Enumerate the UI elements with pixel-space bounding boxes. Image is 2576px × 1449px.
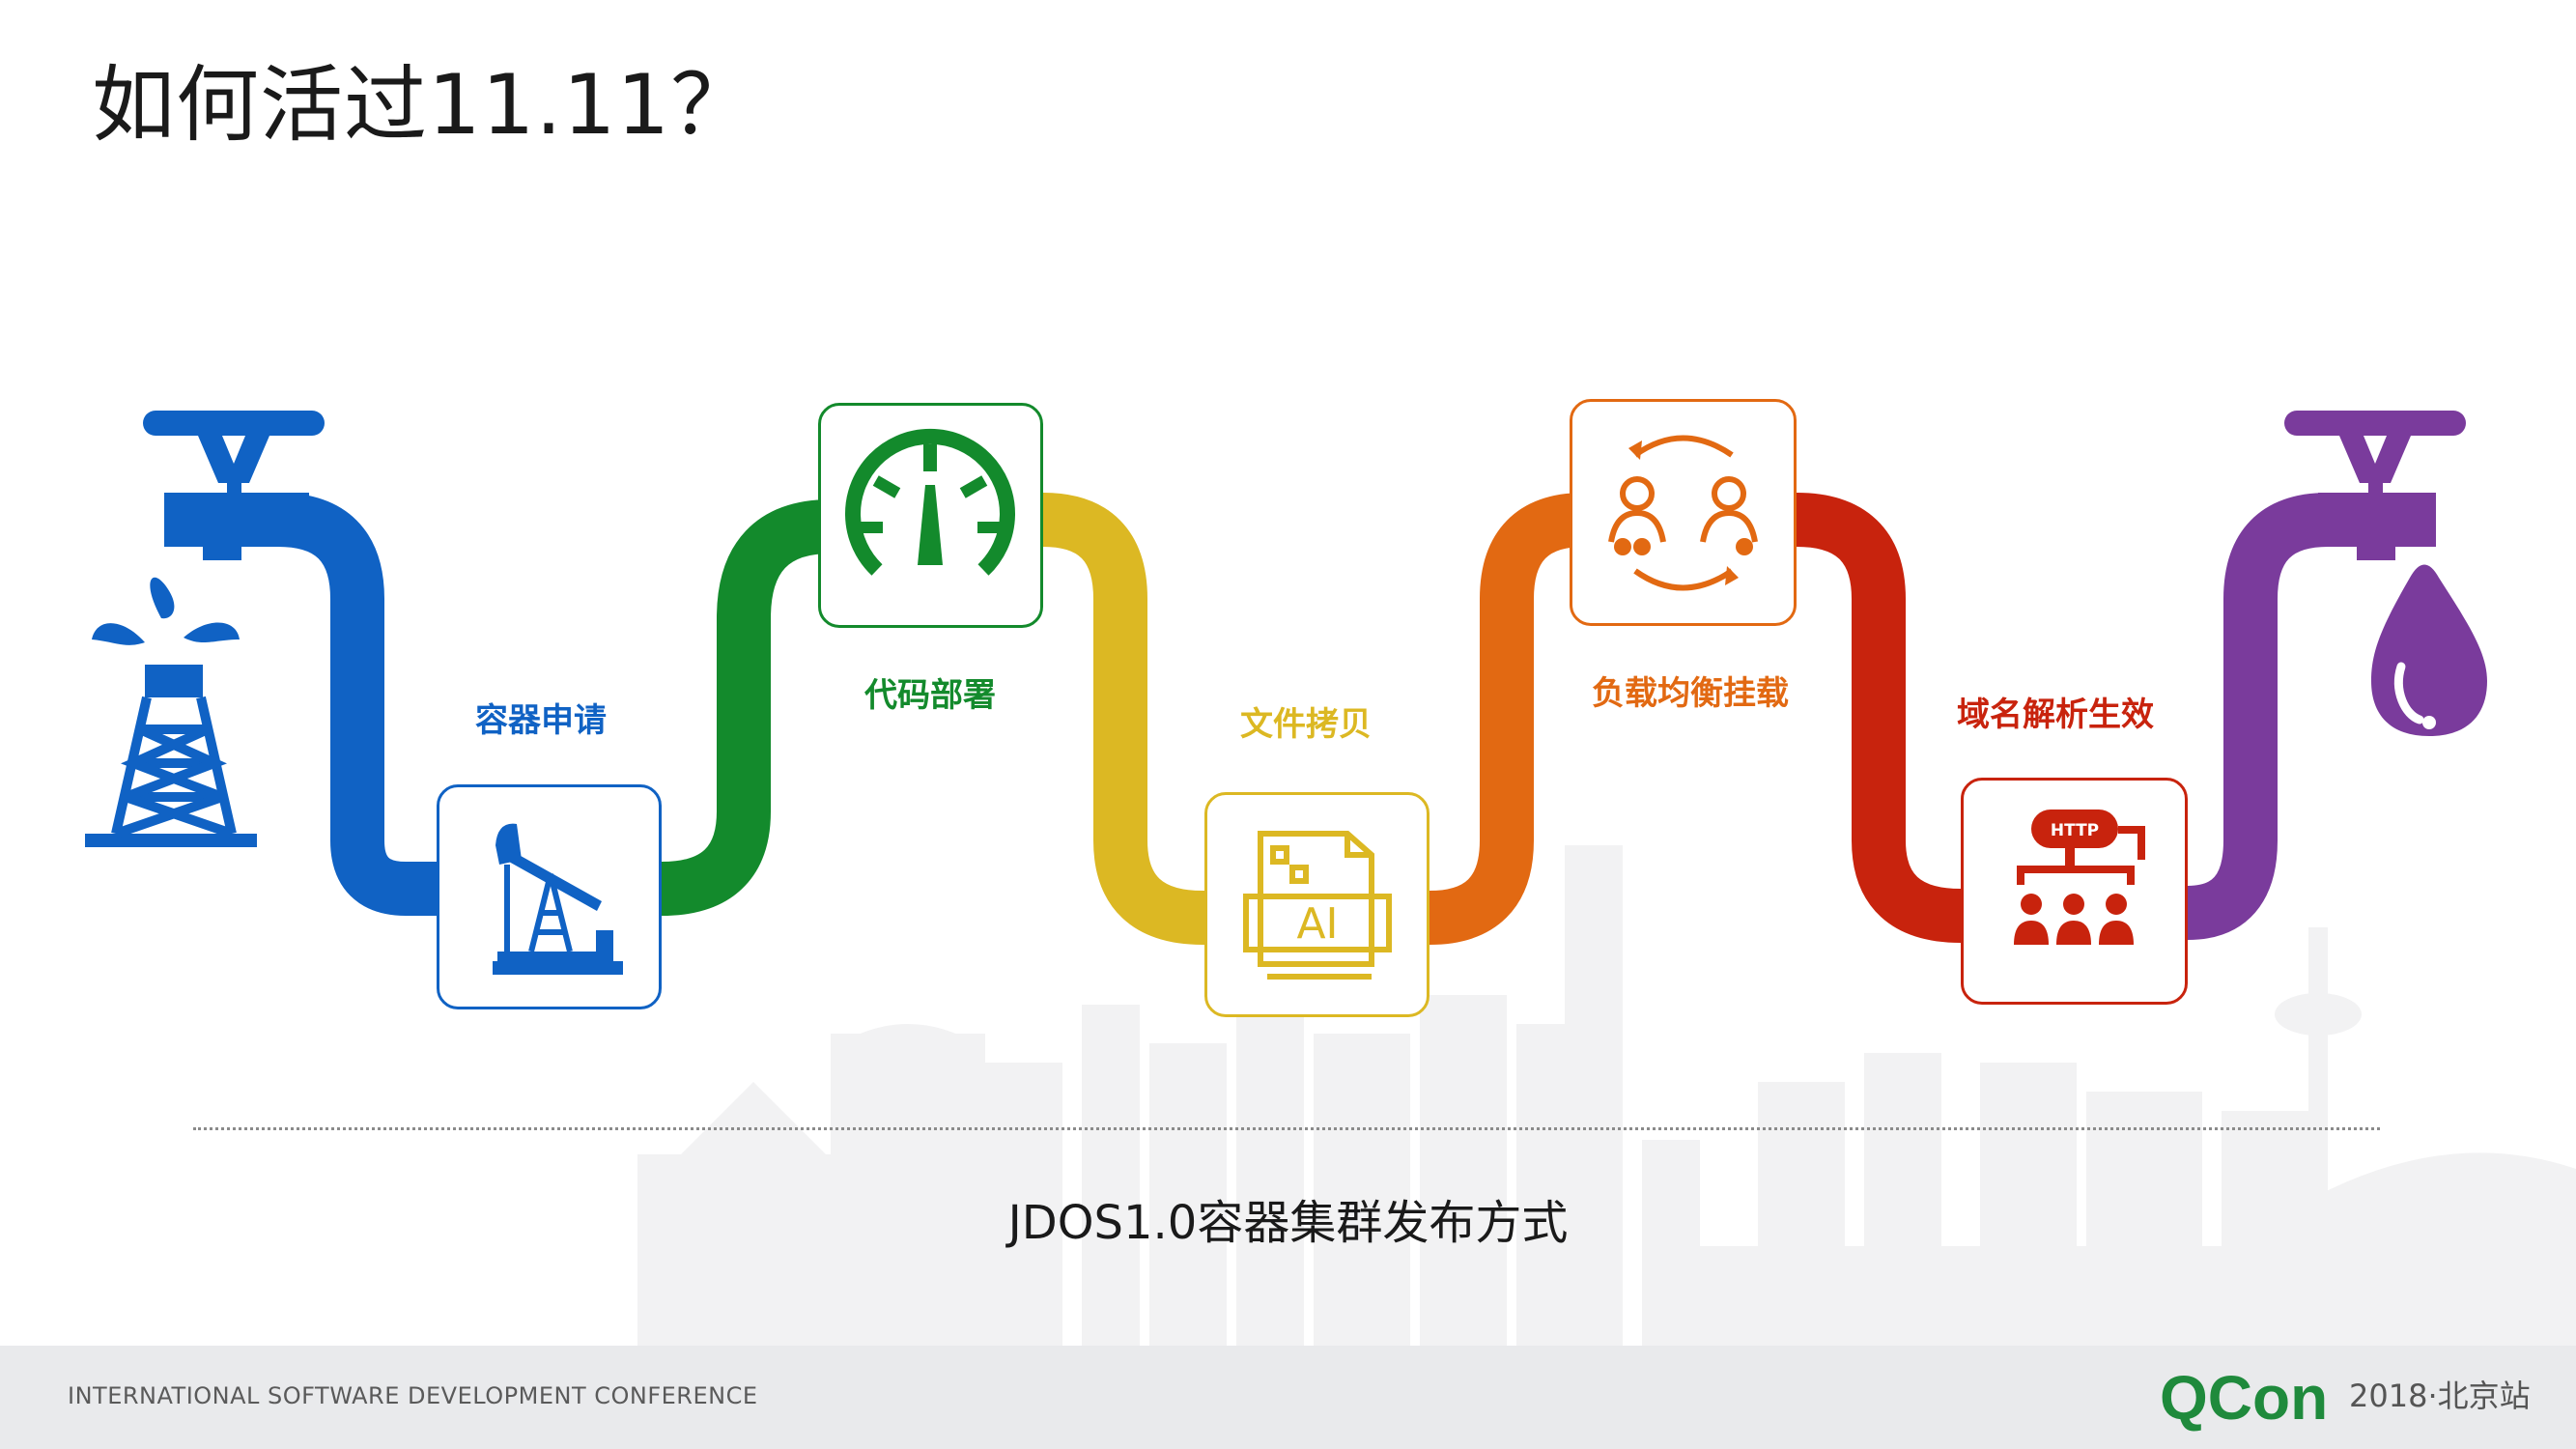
user-exchange-icon bbox=[1608, 435, 1758, 591]
dotted-divider bbox=[193, 1127, 2380, 1130]
pipe-segment-red bbox=[1796, 493, 1988, 943]
http-network-icon: HTTP bbox=[2014, 810, 2145, 945]
step-box-container-apply bbox=[437, 784, 662, 1009]
oil-derrick-frame bbox=[111, 696, 237, 838]
pipe-segment-green bbox=[661, 499, 858, 916]
qcon-logo-text: QCon bbox=[2160, 1363, 2328, 1433]
ai-file-icon: AI bbox=[1243, 831, 1392, 980]
step-box-container-copy: AI bbox=[1204, 792, 1430, 1017]
step-box-container-dns: HTTP bbox=[1961, 778, 2188, 1005]
pipe-segment-yellow bbox=[1041, 493, 1230, 945]
slide-title: 如何活过11.11？ bbox=[92, 57, 755, 154]
svg-text:AI: AI bbox=[1296, 899, 1338, 949]
conference-edition: 2018·北京站 bbox=[2349, 1378, 2531, 1414]
step-label-dns: 域名解析生效 bbox=[1957, 696, 2154, 734]
step-label-load-balancer: 负载均衡挂载 bbox=[1592, 674, 1789, 713]
oil-pump-icon bbox=[493, 823, 623, 975]
pipe-segment-orange bbox=[1429, 493, 1611, 945]
qcon-logo: QCon bbox=[2160, 1363, 2328, 1433]
faucet-icon bbox=[143, 411, 325, 560]
oil-derrick-icon bbox=[85, 577, 257, 847]
slide-caption: JDOS1.0容器集群发布方式 bbox=[1007, 1196, 1569, 1250]
pipe-segment-blue bbox=[169, 493, 437, 916]
step-box-container-lb bbox=[1570, 399, 1797, 626]
water-drop-icon bbox=[2371, 564, 2487, 736]
svg-text:HTTP: HTTP bbox=[2051, 821, 2099, 840]
step-label-code-deploy: 代码部署 bbox=[864, 676, 996, 715]
conference-name: INTERNATIONAL SOFTWARE DEVELOPMENT CONFE… bbox=[68, 1382, 758, 1409]
gauge-icon bbox=[845, 428, 1015, 576]
step-box-container-deploy bbox=[818, 403, 1043, 628]
step-label-container-apply: 容器申请 bbox=[475, 701, 607, 740]
step-label-file-copy: 文件拷贝 bbox=[1240, 705, 1372, 744]
